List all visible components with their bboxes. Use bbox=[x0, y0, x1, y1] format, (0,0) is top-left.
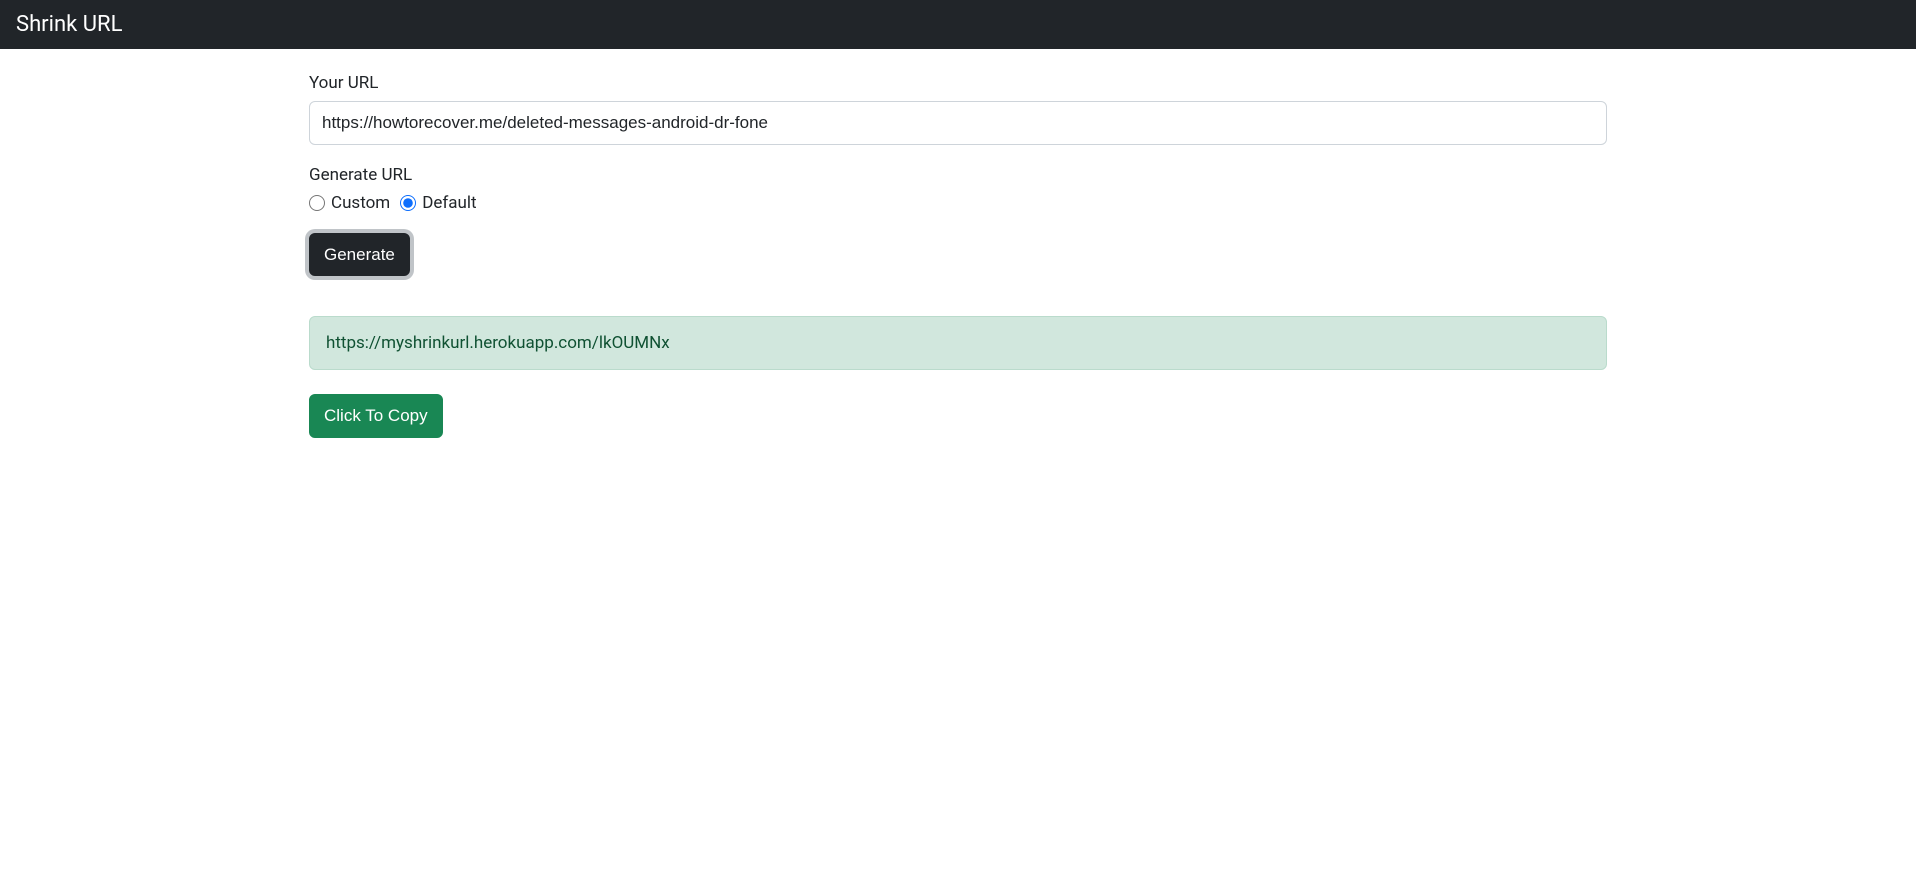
radio-custom-label[interactable]: Custom bbox=[331, 193, 390, 213]
generate-url-group: Generate URL Custom Default bbox=[309, 165, 1607, 213]
url-label: Your URL bbox=[309, 73, 1607, 93]
copy-button[interactable]: Click To Copy bbox=[309, 394, 443, 438]
short-url-text: https://myshrinkurl.herokuapp.com/lkOUMN… bbox=[326, 333, 670, 353]
radio-default[interactable] bbox=[400, 195, 416, 211]
url-field-group: Your URL bbox=[309, 73, 1607, 145]
navbar-brand[interactable]: Shrink URL bbox=[16, 12, 122, 37]
radio-custom[interactable] bbox=[309, 195, 325, 211]
radio-default-label[interactable]: Default bbox=[422, 193, 476, 213]
radio-group: Custom Default bbox=[309, 193, 1607, 213]
url-input[interactable] bbox=[309, 101, 1607, 145]
generate-button-wrapper: Generate bbox=[309, 233, 1607, 277]
main-container: Your URL Generate URL Custom Default Gen… bbox=[293, 49, 1623, 438]
navbar: Shrink URL bbox=[0, 0, 1916, 49]
generate-url-label: Generate URL bbox=[309, 165, 1607, 185]
generate-button[interactable]: Generate bbox=[309, 233, 410, 277]
result-alert: https://myshrinkurl.herokuapp.com/lkOUMN… bbox=[309, 316, 1607, 370]
